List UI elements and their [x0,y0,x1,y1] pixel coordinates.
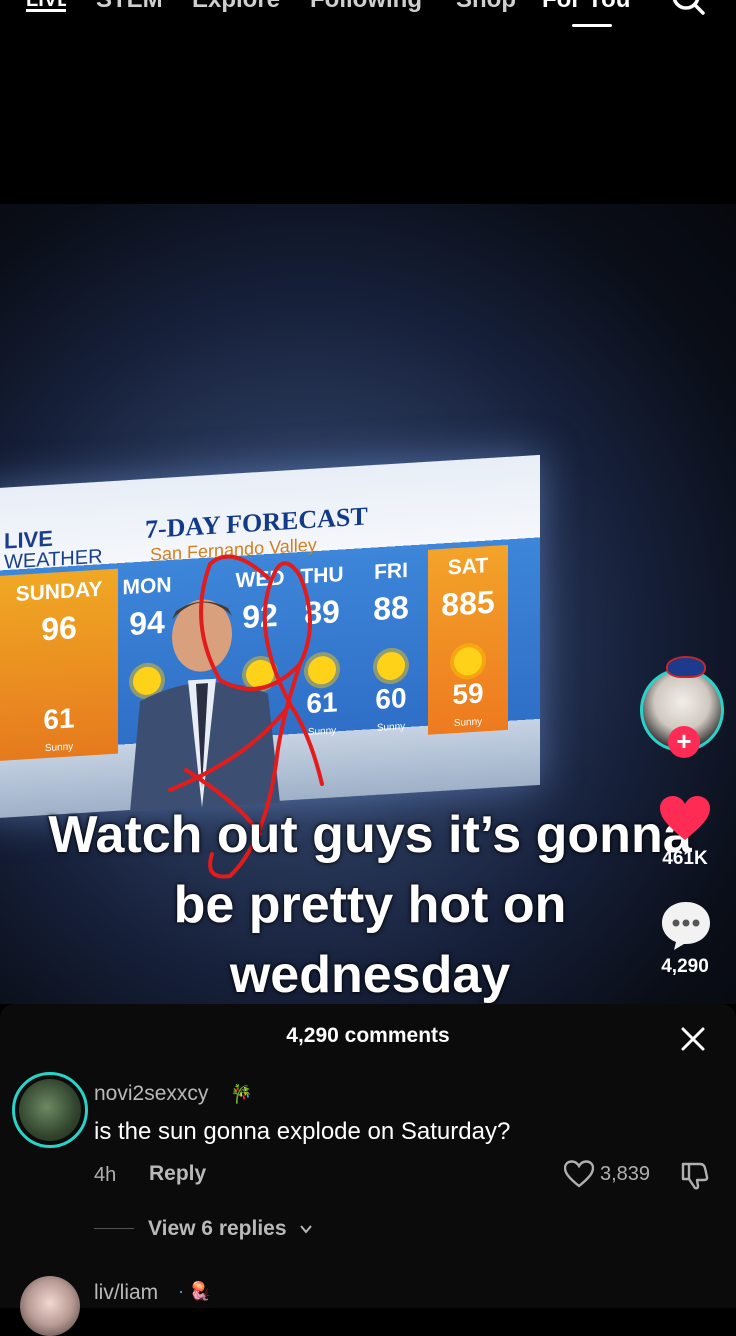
tab-stem[interactable]: STEM [96,0,163,14]
comment-like-heart-icon[interactable] [564,1160,594,1188]
active-tab-indicator [572,24,612,27]
follow-plus-button[interactable]: + [668,726,700,758]
replies-divider [94,1228,134,1229]
creator-avatar[interactable]: + [638,656,732,758]
dislike-icon[interactable] [680,1160,710,1190]
close-icon[interactable] [680,1026,706,1052]
reply-button[interactable]: Reply [149,1162,206,1186]
view-replies-button[interactable]: View 6 replies [148,1217,287,1241]
comment-bubble-icon[interactable] [660,900,712,952]
comments-sheet: 4,290 comments novi2sexxcy 🎋 is the sun … [0,1004,736,1336]
search-icon[interactable] [670,0,706,16]
commenter-avatar[interactable] [20,1276,80,1336]
comment-like-count: 3,839 [600,1163,651,1185]
comment-count: 4,290 [661,956,709,977]
like-heart-icon[interactable] [660,796,710,842]
tab-explore[interactable]: Explore [192,0,280,14]
tab-for-you[interactable]: For You [542,0,630,14]
chevron-down-icon[interactable] [298,1221,314,1237]
jellyfish-emoji-icon: · 🪼 [178,1281,212,1301]
top-navigation: LIVE STEM Explore Following Shop For You [0,0,736,40]
tab-shop[interactable]: Shop [456,0,516,14]
live-icon[interactable]: LIVE [26,0,66,12]
commenter-username[interactable]: liv/liam [94,1281,158,1305]
comment-time: 4h [94,1164,117,1186]
commenter-username[interactable]: novi2sexxcy [94,1082,208,1106]
like-count: 461K [662,848,708,869]
club-badge-icon [666,656,706,678]
comment-text: is the sun gonna explode on Saturday? [94,1118,511,1145]
video-caption: Watch out guys it’s gonna be pretty hot … [48,806,692,1004]
video-player[interactable]: LIVE WEATHER 7-DAY FORECAST San Fernando… [0,204,736,1004]
commenter-avatar[interactable] [12,1072,88,1148]
tab-following[interactable]: Following [310,0,422,14]
bamboo-emoji-icon: 🎋 [230,1084,253,1104]
comments-count-title: 4,290 comments [286,1024,450,1047]
